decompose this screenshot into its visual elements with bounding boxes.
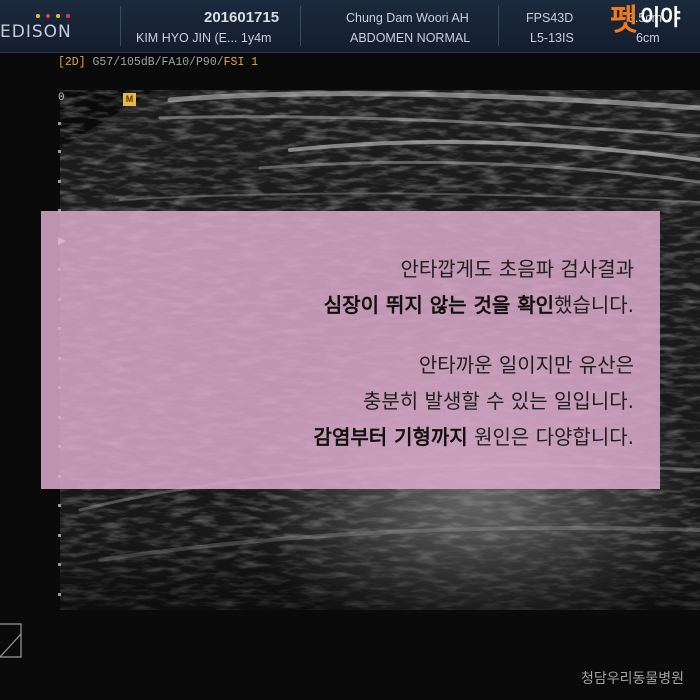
logo-dot xyxy=(56,14,60,18)
header-divider xyxy=(498,6,499,46)
patient-id: 201601715 xyxy=(204,9,280,26)
scan-params: G57/105dB/FA10/P90/ xyxy=(92,56,224,69)
fps-readout: FPS43D xyxy=(526,11,574,25)
logo-dot xyxy=(36,14,40,18)
depth-tick xyxy=(58,150,61,153)
device-logo: EDISON xyxy=(0,22,72,42)
depth-tick xyxy=(58,504,61,507)
caption-paragraph: 안타까운 일이지만 유산은 충분히 발생할 수 있는 일입니다. 감염부터 기형… xyxy=(314,347,634,455)
depth-tick xyxy=(58,593,61,596)
probe-orientation-icon xyxy=(0,623,22,658)
caption-paragraph: 안타깝게도 초음파 검사결과 심장이 뛰지 않는 것을 확인했습니다. xyxy=(324,251,634,323)
orientation-marker-icon: M xyxy=(123,93,136,106)
patient-name: KIM HYO JIN (E... 1y4m xyxy=(136,31,272,45)
hospital-credit: 청담우리동물병원 xyxy=(580,671,684,687)
caption-line: 안타까운 일이지만 유산은 xyxy=(418,353,634,377)
fsi-value: FSI 1 xyxy=(223,56,259,69)
brand-logo-initial: 펫 xyxy=(610,3,638,38)
caption-line: 심장이 뛰지 않는 것을 확인했습니다. xyxy=(324,287,634,323)
depth-tick xyxy=(58,122,61,125)
exam-type: ABDOMEN NORMAL xyxy=(350,31,471,45)
hospital-name: Chung Dam Woori AH xyxy=(346,11,469,25)
depth-tick xyxy=(58,534,61,537)
caption-line: 안타깝게도 초음파 검사결과 xyxy=(400,257,634,281)
logo-dot xyxy=(66,14,70,18)
scan-parameters: [2D] G57/105dB/FA10/P90/FSI 1 xyxy=(58,56,258,69)
depth-unit-readout: 6cm xyxy=(636,31,660,45)
logo-dot xyxy=(46,14,50,18)
depth-tick xyxy=(58,563,61,566)
caption-emphasis: 감염부터 기형까지 xyxy=(313,425,468,449)
caption-text: 했습니다. xyxy=(554,293,634,317)
brand-logo-text: 이야 xyxy=(640,6,681,31)
probe-name: L5-13IS xyxy=(530,31,574,45)
caption-line: 충분히 발생할 수 있는 일입니다. xyxy=(363,389,634,413)
caption-text: 원인은 다양합니다. xyxy=(467,425,634,449)
header-divider xyxy=(120,6,121,46)
caption-line: 감염부터 기형까지 원인은 다양합니다. xyxy=(314,419,634,455)
scan-mode: [2D] xyxy=(58,56,86,69)
header-divider xyxy=(300,6,301,46)
caption-emphasis: 심장이 뛰지 않는 것을 확인 xyxy=(323,293,555,317)
logo-dots xyxy=(36,14,70,18)
depth-tick xyxy=(58,180,61,183)
header-bar: EDISON 201601715 KIM HYO JIN (E... 1y4m … xyxy=(0,0,700,53)
caption-box: 안타깝게도 초음파 검사결과 심장이 뛰지 않는 것을 확인했습니다. 안타까운… xyxy=(41,211,660,489)
depth-scale-zero: 0 xyxy=(58,92,65,104)
